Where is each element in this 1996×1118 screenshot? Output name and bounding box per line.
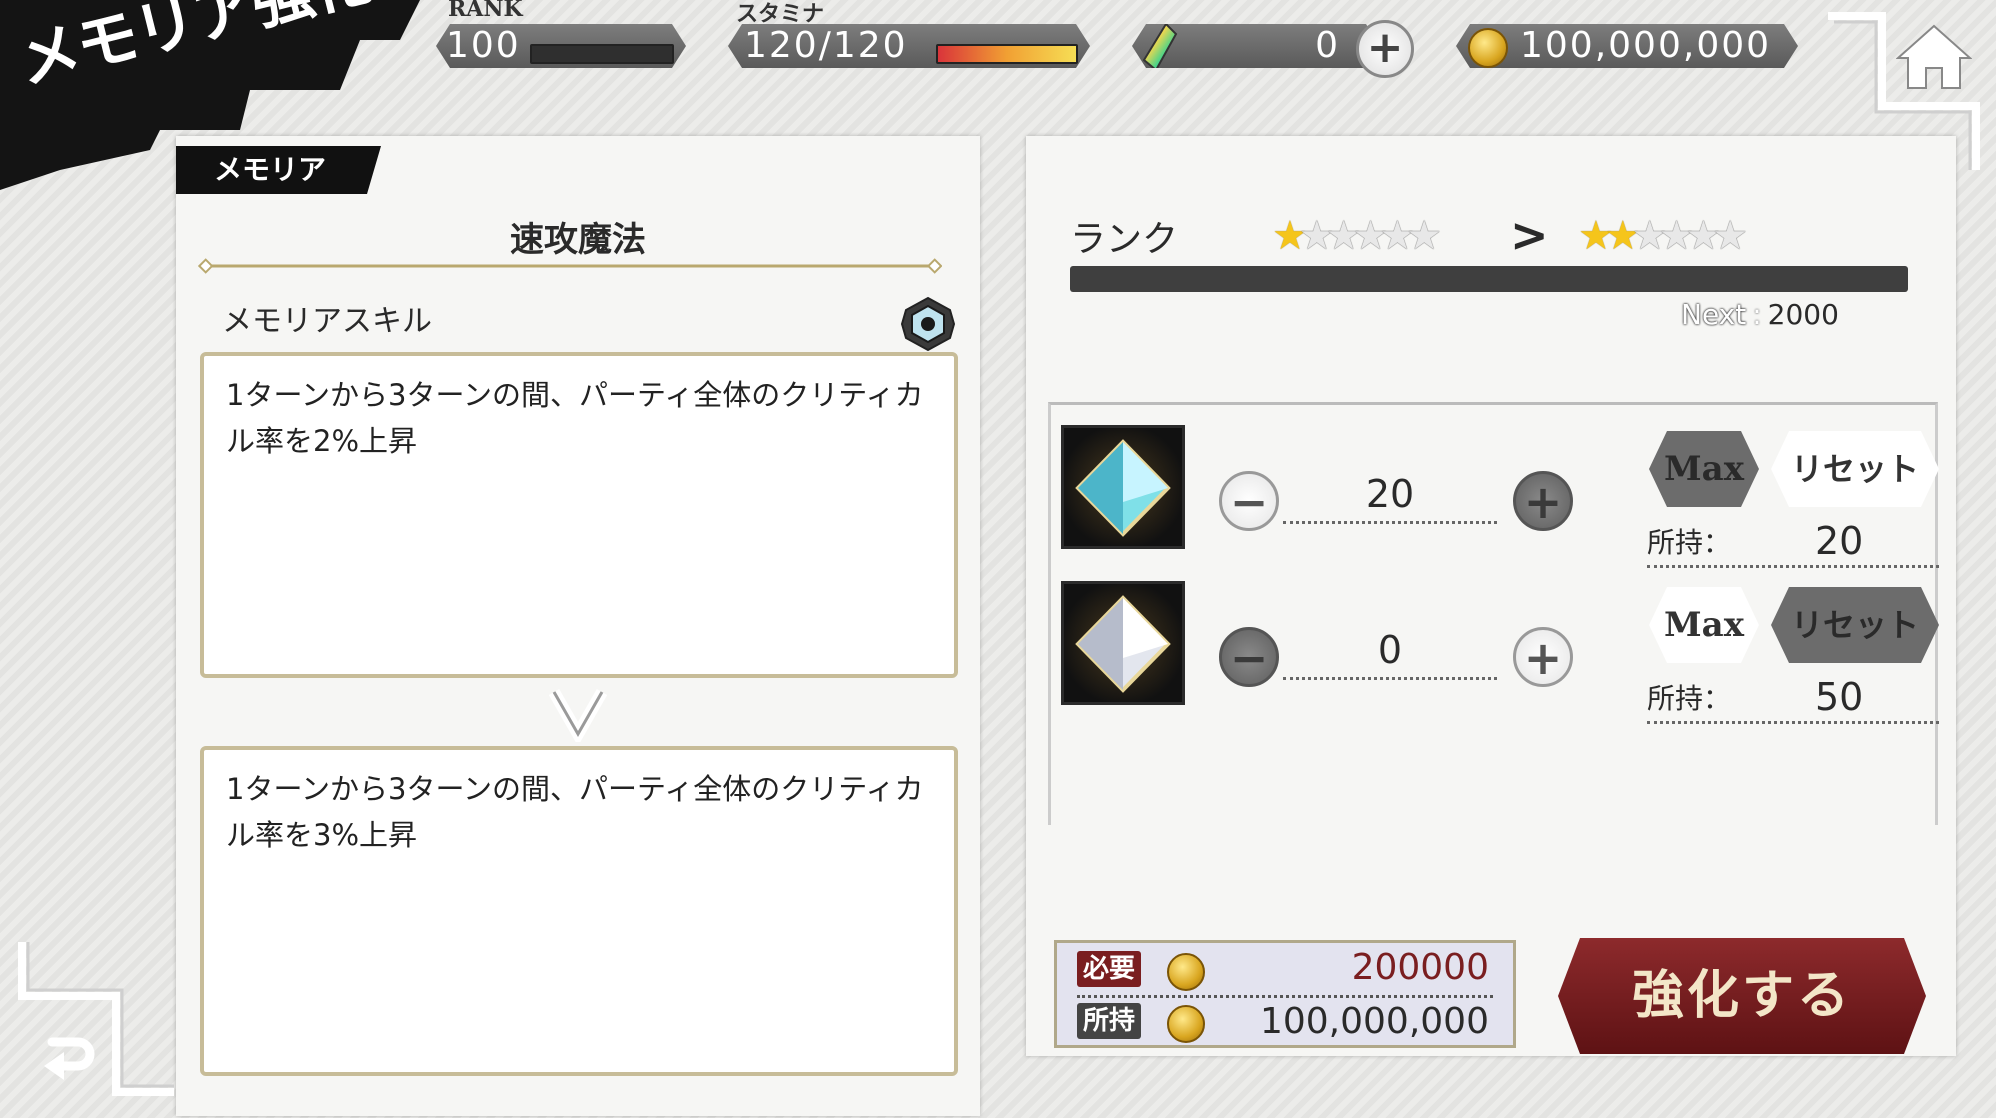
next-label: Next: [1681, 298, 1747, 331]
next-skill-description: 1ターンから3ターンの間、パーティ全体のクリティカル率を3%上昇: [200, 746, 958, 1076]
owned-coins-value: 100,000,000: [1259, 1001, 1489, 1042]
owned-coins-label: 所持: [1077, 1003, 1142, 1039]
memoria-name: 速攻魔法: [510, 220, 646, 260]
stamina-bar: 120/120: [728, 24, 1090, 68]
coin-bar: 100,000,000: [1456, 24, 1798, 68]
memoria-panel: メモリア 速攻魔法 メモリアスキル 1ターンから3ターンの間、パーティ全体のクリ…: [176, 136, 980, 1116]
owned-value: 20: [1815, 519, 1864, 563]
next-value: 2000: [1767, 298, 1839, 331]
rank-bar: 100: [436, 24, 686, 68]
owned-label: 所持：: [1647, 526, 1732, 559]
enhance-button[interactable]: 強化する: [1558, 938, 1926, 1054]
max-button[interactable]: Max: [1649, 587, 1759, 663]
rank-arrow: >: [1510, 208, 1549, 262]
chevron-down-icon: [548, 689, 608, 742]
reset-button[interactable]: リセット: [1771, 587, 1939, 663]
owned-row: 所持： 20: [1647, 519, 1939, 568]
stamina-fill: [938, 46, 1076, 62]
back-button[interactable]: [16, 940, 176, 1100]
skill-label: メモリアスキル: [222, 304, 432, 339]
owned-label: 所持：: [1647, 682, 1732, 715]
rank-exp-track: [530, 44, 674, 64]
prism-crystal-icon[interactable]: [1061, 425, 1185, 549]
gem-bar: 0: [1132, 24, 1380, 68]
next-rank-stars: ★ ★ ★ ★ ★ ★: [1578, 214, 1748, 258]
cost-box: 必要 200000 所持 100,000,000: [1054, 940, 1516, 1048]
gem-value: 0: [1315, 25, 1340, 66]
rank-value: 100: [446, 25, 521, 66]
stamina-label: スタミナ: [736, 1, 825, 27]
reset-button[interactable]: リセット: [1771, 431, 1939, 507]
required-value: 200000: [1351, 947, 1489, 988]
material-list: − 20 + Max リセット 所持： 20 − 0 + Max リセット 所持…: [1048, 402, 1939, 825]
stamina-value: 120/120: [744, 25, 908, 66]
add-gems-button[interactable]: +: [1356, 20, 1414, 78]
decrease-material-button[interactable]: −: [1219, 627, 1279, 687]
material-row: − 20 + Max リセット 所持： 20: [1061, 425, 1939, 568]
silver-prism-icon[interactable]: [1061, 581, 1185, 705]
silver-prism-shape: [1075, 595, 1171, 693]
rank-label: RANK: [448, 0, 523, 22]
current-skill-description: 1ターンから3ターンの間、パーティ全体のクリティカル率を2%上昇: [200, 352, 958, 678]
star-empty-icon: ★: [1712, 213, 1749, 259]
material-count[interactable]: 20: [1283, 465, 1497, 524]
coin-value: 100,000,000: [1520, 25, 1772, 66]
gem-icon: [1140, 22, 1180, 72]
enhance-panel: ランク ★ ★ ★ ★ ★ ★ > ★ ★ ★ ★ ★ ★ Next:2000 − 20 + Max…: [1026, 136, 1956, 1056]
coin-icon: [1167, 1005, 1205, 1043]
cost-divider: [1077, 995, 1493, 998]
next-sep: :: [1752, 298, 1762, 331]
rank-row-label: ランク: [1070, 219, 1179, 260]
memoria-tag: メモリア: [176, 146, 381, 194]
title-divider: [198, 258, 942, 274]
rank-exp-bar: [1070, 266, 1908, 292]
required-label: 必要: [1077, 951, 1142, 987]
star-empty-icon: ★: [1406, 213, 1443, 259]
prism-crystal-shape: [1075, 439, 1171, 537]
stamina-track: [936, 44, 1078, 64]
current-rank-stars: ★ ★ ★ ★ ★ ★: [1272, 214, 1442, 258]
increase-material-button[interactable]: +: [1513, 471, 1573, 531]
decrease-material-button[interactable]: −: [1219, 471, 1279, 531]
increase-material-button[interactable]: +: [1513, 627, 1573, 687]
coin-icon: [1167, 953, 1205, 991]
skill-type-icon: [900, 296, 956, 352]
coin-icon: [1468, 28, 1508, 68]
max-button[interactable]: Max: [1649, 431, 1759, 507]
material-count[interactable]: 0: [1283, 621, 1497, 680]
return-arrow-icon: [44, 1037, 95, 1080]
material-row: − 0 + Max リセット 所持： 50: [1061, 581, 1939, 724]
owned-value: 50: [1815, 675, 1864, 719]
next-exp: Next:2000: [1681, 298, 1839, 331]
owned-row: 所持： 50: [1647, 675, 1939, 724]
home-icon: [1896, 24, 1972, 89]
